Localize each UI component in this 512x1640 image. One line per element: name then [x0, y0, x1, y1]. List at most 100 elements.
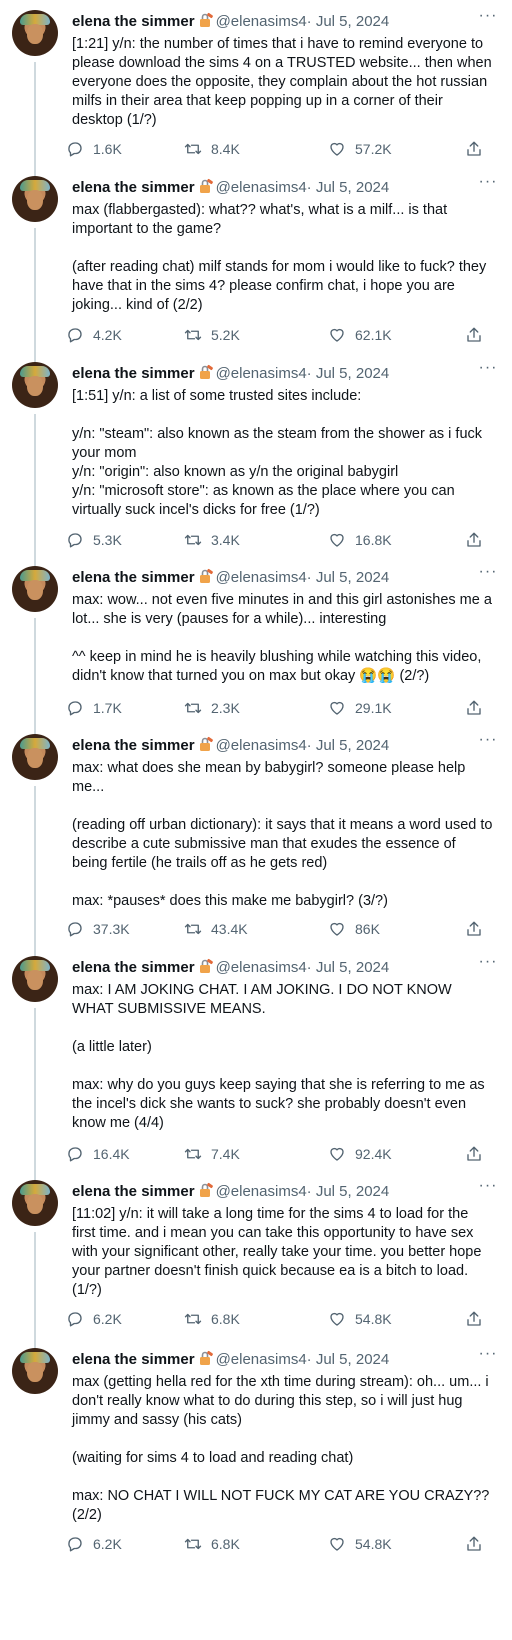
more-icon[interactable]: ··· — [476, 1178, 500, 1200]
like-button[interactable]: 29.1K — [328, 699, 392, 717]
reply-button[interactable]: 6.2K — [66, 1310, 122, 1328]
tweet-header: elena the simmer @elenasims4· Jul 5, 2024 — [72, 1182, 389, 1202]
like-button[interactable]: 54.8K — [328, 1535, 392, 1553]
like-button[interactable]: 54.8K — [328, 1310, 392, 1328]
author-name[interactable]: elena the simmer — [72, 365, 195, 382]
more-icon[interactable]: ··· — [476, 174, 500, 196]
retweet-button[interactable]: 43.4K — [184, 920, 248, 938]
tweet-date[interactable]: · Jul 5, 2024 — [307, 179, 390, 196]
more-icon[interactable]: ··· — [476, 732, 500, 754]
like-button[interactable]: 62.1K — [328, 326, 392, 344]
retweet-icon — [184, 329, 202, 341]
tweet[interactable]: elena the simmer @elenasims4· Jul 5, 2024… — [0, 946, 512, 1180]
avatar[interactable] — [12, 10, 58, 56]
tweet-date[interactable]: · Jul 5, 2024 — [307, 737, 390, 754]
share-button[interactable] — [465, 920, 492, 938]
share-button[interactable] — [465, 1310, 492, 1328]
tweet-date[interactable]: · Jul 5, 2024 — [307, 1351, 390, 1368]
tweet-text: max: I AM JOKING CHAT. I AM JOKING. I DO… — [72, 982, 485, 1131]
thread-line — [34, 62, 36, 176]
author-name[interactable]: elena the simmer — [72, 569, 195, 586]
tweet-date[interactable]: · Jul 5, 2024 — [307, 1183, 390, 1200]
like-button[interactable]: 86K — [328, 920, 380, 938]
tweet-header: elena the simmer @elenasims4· Jul 5, 2024 — [72, 178, 389, 198]
like-count: 86K — [355, 921, 380, 937]
avatar[interactable] — [12, 734, 58, 780]
share-button[interactable] — [465, 326, 492, 344]
retweet-button[interactable]: 3.4K — [184, 531, 240, 549]
reply-button[interactable]: 1.6K — [66, 140, 122, 158]
retweet-button[interactable]: 5.2K — [184, 326, 240, 344]
like-button[interactable]: 92.4K — [328, 1145, 392, 1163]
reply-button[interactable]: 4.2K — [66, 326, 122, 344]
author-name[interactable]: elena the simmer — [72, 1351, 195, 1368]
reply-button[interactable]: 1.7K — [66, 699, 122, 717]
reply-count: 6.2K — [93, 1536, 122, 1552]
tweet-date[interactable]: · Jul 5, 2024 — [307, 569, 390, 586]
share-button[interactable] — [465, 699, 492, 717]
thread-line — [34, 414, 36, 566]
avatar[interactable] — [12, 956, 58, 1002]
share-button[interactable] — [465, 140, 492, 158]
tweet[interactable]: elena the simmer @elenasims4· Jul 5, 2024… — [0, 556, 512, 734]
avatar[interactable] — [12, 1180, 58, 1226]
more-icon[interactable]: ··· — [476, 564, 500, 586]
retweet-button[interactable]: 7.4K — [184, 1145, 240, 1163]
lock-icon — [199, 364, 213, 379]
reply-button[interactable]: 37.3K — [66, 920, 130, 938]
retweet-button[interactable]: 6.8K — [184, 1310, 240, 1328]
retweet-button[interactable]: 8.4K — [184, 140, 240, 158]
share-button[interactable] — [465, 1535, 492, 1553]
retweet-button[interactable]: 6.8K — [184, 1535, 240, 1553]
more-icon[interactable]: ··· — [476, 954, 500, 976]
tweet[interactable]: elena the simmer @elenasims4· Jul 5, 2024… — [0, 1338, 512, 1640]
tweet-date[interactable]: · Jul 5, 2024 — [307, 13, 390, 30]
author-handle[interactable]: @elenasims4 — [216, 959, 307, 976]
retweet-icon — [184, 1313, 202, 1325]
author-handle[interactable]: @elenasims4 — [216, 1183, 307, 1200]
avatar[interactable] — [12, 362, 58, 408]
author-name[interactable]: elena the simmer — [72, 959, 195, 976]
tweet[interactable]: elena the simmer @elenasims4· Jul 5, 2024… — [0, 166, 512, 362]
author-handle[interactable]: @elenasims4 — [216, 365, 307, 382]
author-handle[interactable]: @elenasims4 — [216, 179, 307, 196]
tweet[interactable]: elena the simmer @elenasims4· Jul 5, 2024… — [0, 724, 512, 956]
reply-icon — [68, 142, 82, 157]
more-icon[interactable]: ··· — [476, 8, 500, 30]
tweet-date[interactable]: · Jul 5, 2024 — [307, 365, 390, 382]
tweet-header: elena the simmer @elenasims4· Jul 5, 2024 — [72, 1350, 389, 1370]
tweet-date[interactable]: · Jul 5, 2024 — [307, 959, 390, 976]
avatar[interactable] — [12, 176, 58, 222]
like-count: 92.4K — [355, 1146, 392, 1162]
author-handle[interactable]: @elenasims4 — [216, 1351, 307, 1368]
retweet-button[interactable]: 2.3K — [184, 699, 240, 717]
reply-button[interactable]: 5.3K — [66, 531, 122, 549]
more-icon[interactable]: ··· — [476, 1346, 500, 1368]
tweet-header: elena the simmer @elenasims4· Jul 5, 2024 — [72, 364, 389, 384]
author-name[interactable]: elena the simmer — [72, 13, 195, 30]
avatar[interactable] — [12, 1348, 58, 1394]
more-icon[interactable]: ··· — [476, 360, 500, 382]
retweet-icon — [184, 923, 202, 935]
share-button[interactable] — [465, 1145, 492, 1163]
reply-icon — [68, 533, 82, 548]
tweet[interactable]: elena the simmer @elenasims4· Jul 5, 2024… — [0, 1170, 512, 1348]
tweet-header: elena the simmer @elenasims4· Jul 5, 2024 — [72, 736, 389, 756]
author-handle[interactable]: @elenasims4 — [216, 13, 307, 30]
like-button[interactable]: 16.8K — [328, 531, 392, 549]
author-name[interactable]: elena the simmer — [72, 1183, 195, 1200]
author-handle[interactable]: @elenasims4 — [216, 569, 307, 586]
author-name[interactable]: elena the simmer — [72, 179, 195, 196]
thread-line — [34, 228, 36, 362]
tweet[interactable]: elena the simmer @elenasims4· Jul 5, 2024… — [0, 0, 512, 176]
tweet[interactable]: elena the simmer @elenasims4· Jul 5, 2024… — [0, 352, 512, 566]
reply-button[interactable]: 16.4K — [66, 1145, 130, 1163]
like-button[interactable]: 57.2K — [328, 140, 392, 158]
share-button[interactable] — [465, 531, 492, 549]
tweet-actions: 5.3K 3.4K 16.8K — [66, 531, 500, 555]
author-handle[interactable]: @elenasims4 — [216, 737, 307, 754]
avatar[interactable] — [12, 566, 58, 612]
reply-button[interactable]: 6.2K — [66, 1535, 122, 1553]
share-icon — [467, 1536, 481, 1551]
author-name[interactable]: elena the simmer — [72, 737, 195, 754]
